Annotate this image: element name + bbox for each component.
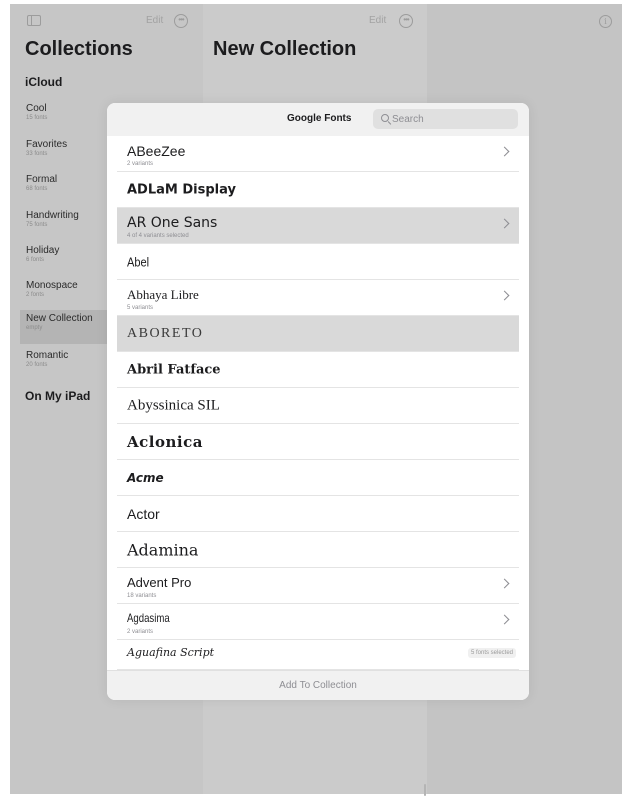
font-name: Aguafina Script [127, 646, 215, 659]
font-variants: 5 variants [127, 305, 154, 311]
selection-count-badge: 5 fonts selected [467, 648, 516, 658]
font-name: Abhaya Libre [127, 287, 199, 302]
font-name: Aclonica [127, 432, 203, 451]
google-fonts-sheet: Google Fonts ABeeZee 2 variants ADLaM Di… [107, 103, 529, 700]
font-row-advent-pro[interactable]: Advent Pro 18 variants [117, 568, 519, 604]
font-row-abhaya-libre[interactable]: Abhaya Libre 5 variants [117, 280, 519, 316]
font-row-abyssinica-sil[interactable]: Abyssinica SIL [117, 388, 519, 424]
chevron-right-icon [499, 146, 510, 157]
font-variants: 2 variants [127, 629, 154, 635]
chevron-right-icon [499, 218, 510, 229]
font-row-agdasima[interactable]: Agdasima 2 variants [117, 604, 519, 640]
more-icon[interactable]: ••• [399, 14, 413, 28]
font-row-acme[interactable]: Acme [117, 460, 519, 496]
sheet-footer: Add To Collection [107, 670, 529, 700]
font-name: Adamina [127, 540, 199, 559]
sidebar-edit-button[interactable]: Edit [146, 15, 163, 26]
font-name: Acme [127, 470, 164, 485]
search-input[interactable] [392, 111, 512, 127]
section-header-icloud: iCloud [25, 75, 63, 89]
font-name: Actor [127, 505, 160, 522]
font-row-adamina[interactable]: Adamina [117, 532, 519, 568]
font-name: ABORETO [127, 325, 204, 341]
font-row-adlam-display[interactable]: ADLaM Display [117, 172, 519, 208]
font-name: Abril Fatface [127, 362, 221, 377]
font-row-aclonica[interactable]: Aclonica [117, 424, 519, 460]
font-row-abril-fatface[interactable]: Abril Fatface [117, 352, 519, 388]
collection-edit-button[interactable]: Edit [369, 15, 386, 26]
more-icon[interactable]: ••• [174, 14, 188, 28]
chevron-right-icon [499, 578, 510, 589]
font-name: Agdasima [127, 611, 170, 625]
sheet-title: Google Fonts [287, 113, 352, 124]
font-name: Abyssinica SIL [127, 397, 220, 413]
chevron-right-icon [499, 290, 510, 301]
font-row-aguafina-script[interactable]: Aguafina Script 5 fonts selected [117, 640, 519, 670]
chevron-right-icon [499, 614, 510, 625]
info-icon[interactable]: i [599, 15, 612, 28]
font-list: ABeeZee 2 variants ADLaM Display AR One … [117, 136, 519, 670]
collection-title: New Collection [213, 38, 357, 60]
font-row-abeezee[interactable]: ABeeZee 2 variants [117, 136, 519, 172]
font-name: ADLaM Display [127, 182, 236, 197]
font-variants: 4 of 4 variants selected [127, 233, 189, 239]
font-row-ar-one-sans[interactable]: AR One Sans 4 of 4 variants selected [117, 208, 519, 244]
font-row-aboreto[interactable]: ABORETO [117, 316, 519, 352]
sheet-header: Google Fonts [107, 103, 529, 136]
add-to-collection-button[interactable]: Add To Collection [107, 671, 529, 700]
font-variants: 18 variants [127, 593, 157, 599]
section-header-ipad: On My iPad [25, 389, 91, 403]
search-field[interactable] [373, 109, 518, 129]
font-row-actor[interactable]: Actor [117, 496, 519, 532]
scroll-indicator [424, 784, 426, 796]
font-name: AR One Sans [127, 215, 218, 231]
font-row-abel[interactable]: Abel [117, 244, 519, 280]
search-icon [381, 114, 389, 122]
font-variants: 2 variants [127, 161, 154, 167]
sidebar-toggle-icon[interactable] [27, 15, 41, 26]
font-name: Advent Pro [127, 575, 192, 590]
font-name: ABeeZee [127, 143, 186, 159]
font-name: Abel [127, 254, 150, 269]
page-title: Collections [25, 38, 133, 60]
